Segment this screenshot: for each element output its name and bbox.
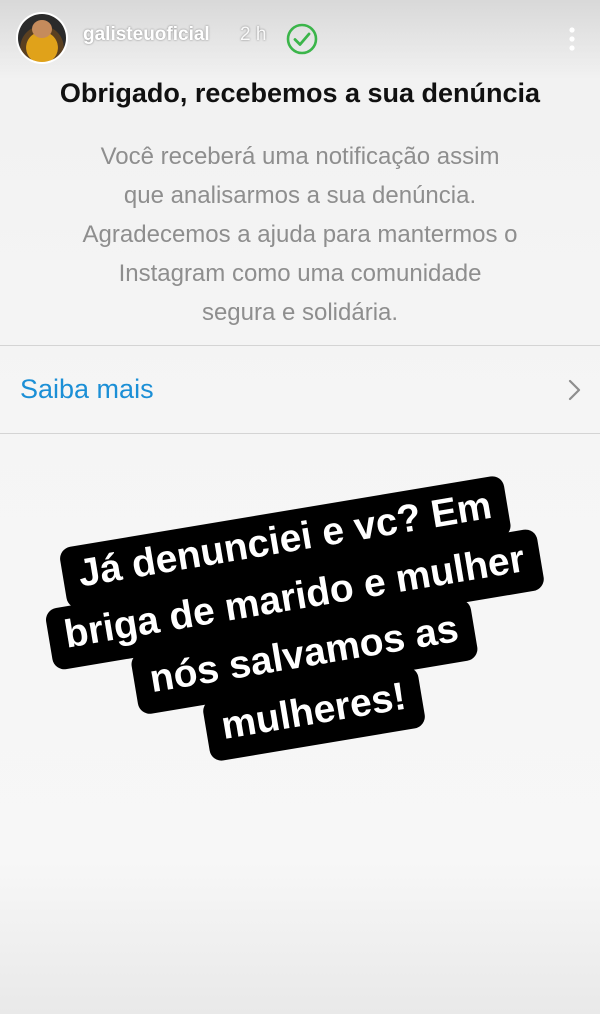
report-confirmation-title: Obrigado, recebemos a sua denúncia	[59, 78, 541, 108]
username[interactable]: galisteuoficial	[83, 24, 210, 46]
avatar-face	[32, 20, 52, 38]
divider-top	[0, 345, 600, 346]
learn-more-row[interactable]: Saiba mais	[0, 348, 600, 432]
story-header: galisteuoficial 2 h	[0, 0, 600, 80]
learn-more-link[interactable]: Saiba mais	[20, 374, 154, 405]
vertical-ellipsis-icon[interactable]	[560, 22, 584, 56]
text-sticker: Já denunciei e vc? Em briga de marido e …	[5, 469, 596, 790]
report-confirmation-body: Você receberá uma notificação assim que …	[20, 137, 580, 332]
divider-bottom	[0, 433, 600, 434]
chevron-right-icon	[568, 379, 581, 401]
check-circle-icon	[286, 23, 318, 55]
story-viewer[interactable]: galisteuoficial 2 h Obrigado, recebemos …	[0, 0, 600, 1014]
report-body-line: Instagram como uma comunidade	[118, 260, 482, 287]
story-timestamp: 2 h	[240, 24, 267, 45]
report-body-line: Agradecemos a ajuda para mantermos o	[82, 221, 518, 248]
avatar[interactable]	[18, 14, 66, 62]
report-body-line: Você receberá uma notificação assim	[100, 143, 500, 170]
report-body-line: segura e solidária.	[201, 299, 399, 326]
report-body-line: que analisarmos a sua denúncia.	[123, 182, 477, 209]
